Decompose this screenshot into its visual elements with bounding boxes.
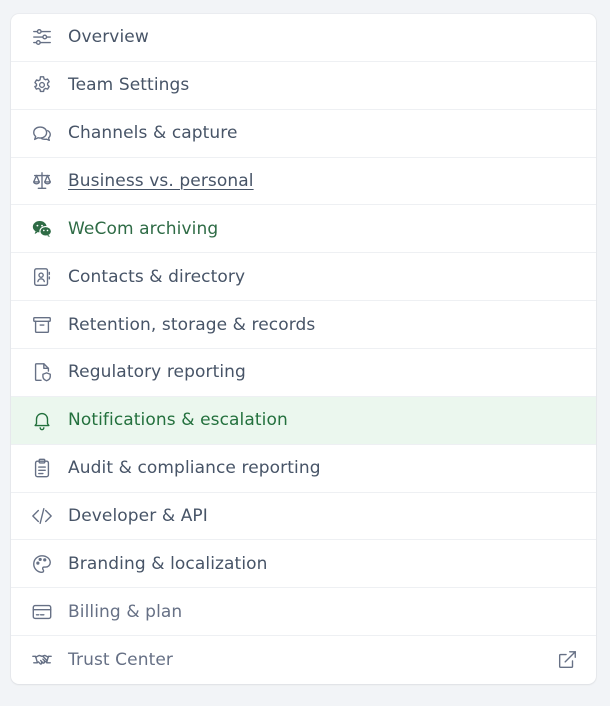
chat-bubbles-icon [30, 121, 54, 145]
wechat-icon [30, 217, 54, 241]
palette-icon [30, 552, 54, 576]
nav-item-label: Billing & plan [68, 601, 183, 622]
nav-item-business-vs-personal[interactable]: Business vs. personal [11, 158, 596, 206]
nav-item-developer-api[interactable]: Developer & API [11, 493, 596, 541]
scale-icon [30, 169, 54, 193]
bell-icon [30, 408, 54, 432]
nav-item-team-settings[interactable]: Team Settings [11, 62, 596, 110]
sliders-icon [30, 25, 54, 49]
nav-item-label: Channels & capture [68, 123, 238, 144]
clipboard-icon [30, 456, 54, 480]
handshake-icon [30, 648, 54, 672]
gear-icon [30, 73, 54, 97]
nav-item-overview[interactable]: Overview [11, 14, 596, 62]
nav-item-label: Team Settings [68, 75, 190, 96]
settings-nav-menu: Overview Team Settings Channels & captur… [11, 14, 596, 684]
nav-item-branding-localization[interactable]: Branding & localization [11, 540, 596, 589]
nav-item-channels-capture[interactable]: Channels & capture [11, 110, 596, 158]
nav-item-label: Audit & compliance reporting [68, 458, 321, 479]
nav-item-label: Retention, storage & records [68, 314, 316, 335]
file-shield-icon [30, 360, 54, 384]
nav-item-label: Contacts & directory [68, 266, 246, 287]
nav-item-contacts-directory[interactable]: Contacts & directory [11, 253, 596, 302]
nav-item-trust-center[interactable]: Trust Center [11, 636, 596, 684]
nav-item-label: Branding & localization [68, 553, 268, 574]
archive-box-icon [30, 313, 54, 337]
code-icon [30, 504, 54, 528]
nav-item-label: Business vs. personal [68, 171, 254, 191]
nav-item-label: Trust Center [68, 650, 173, 671]
nav-item-label: Developer & API [68, 506, 208, 527]
external-link-icon[interactable] [556, 649, 578, 671]
nav-item-wecom-archiving[interactable]: WeCom archiving [11, 205, 596, 254]
nav-item-label: Notifications & escalation [68, 410, 288, 431]
nav-item-label: Regulatory reporting [68, 362, 246, 383]
credit-card-icon [30, 600, 54, 624]
nav-item-retention-storage[interactable]: Retention, storage & records [11, 301, 596, 350]
nav-item-label: WeCom archiving [68, 218, 219, 239]
nav-item-label: Overview [68, 27, 149, 48]
nav-item-billing-plan[interactable]: Billing & plan [11, 588, 596, 637]
contact-book-icon [30, 265, 54, 289]
nav-item-regulatory-reporting[interactable]: Regulatory reporting [11, 349, 596, 397]
nav-item-notifications-escalation[interactable]: Notifications & escalation [11, 396, 596, 445]
nav-item-audit-compliance[interactable]: Audit & compliance reporting [11, 445, 596, 493]
